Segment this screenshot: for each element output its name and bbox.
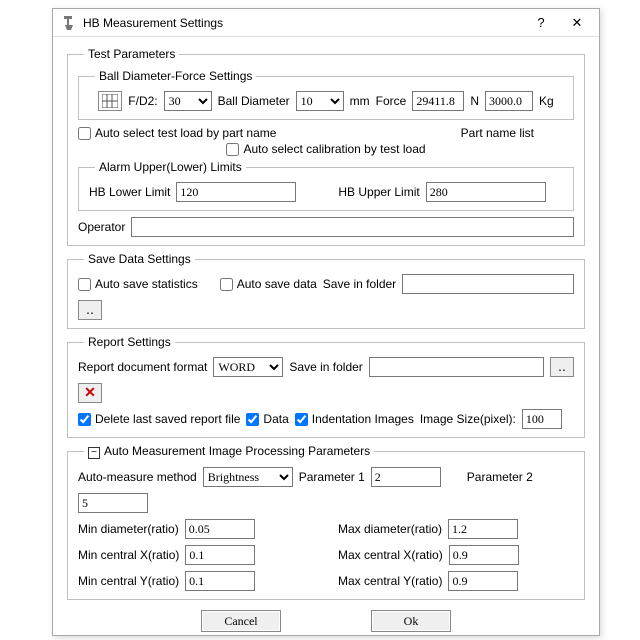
max-cy-label: Max central Y(ratio)	[338, 574, 442, 588]
delete-report-button[interactable]: ✕	[78, 383, 102, 403]
ball-diameter-label: Ball Diameter	[218, 94, 290, 108]
lower-limit-label: HB Lower Limit	[89, 185, 170, 199]
cancel-button[interactable]: Cancel	[201, 610, 281, 632]
help-button[interactable]: ?	[523, 11, 559, 35]
report-format-select[interactable]: WORD	[213, 357, 283, 377]
max-cx-label: Max central X(ratio)	[338, 548, 443, 562]
delete-last-report-checkbox[interactable]: Delete last saved report file	[78, 412, 240, 426]
max-cx-input[interactable]	[449, 545, 519, 565]
report-format-label: Report document format	[78, 360, 207, 374]
ok-button[interactable]: Ok	[371, 610, 451, 632]
auto-method-select[interactable]: Brightness	[203, 467, 293, 487]
max-diameter-input[interactable]	[448, 519, 518, 539]
test-parameters-group: Test Parameters Ball Diameter-Force Sett…	[67, 47, 585, 246]
alarm-limits-legend: Alarm Upper(Lower) Limits	[95, 160, 246, 174]
report-folder-input[interactable]	[369, 357, 544, 377]
app-icon	[61, 15, 77, 31]
fd2-label: F/D2:	[128, 94, 157, 108]
save-folder-label: Save in folder	[323, 277, 396, 291]
kg-unit: Kg	[539, 94, 554, 108]
auto-measure-legend: −Auto Measurement Image Processing Param…	[84, 444, 374, 459]
dialog-window: HB Measurement Settings ? ✕ Test Paramet…	[52, 8, 600, 636]
grid-icon-button[interactable]	[98, 91, 122, 111]
force-n-input[interactable]	[412, 91, 464, 111]
max-diameter-label: Max diameter(ratio)	[338, 522, 442, 536]
part-name-list-label: Part name list	[461, 126, 534, 140]
test-parameters-legend: Test Parameters	[84, 47, 179, 61]
titlebar: HB Measurement Settings ? ✕	[53, 9, 599, 37]
lower-limit-input[interactable]	[176, 182, 296, 202]
report-settings-legend: Report Settings	[84, 335, 175, 349]
report-settings-group: Report Settings Report document format W…	[67, 335, 585, 438]
param1-input[interactable]	[371, 467, 441, 487]
auto-save-data-checkbox[interactable]: Auto save data	[220, 277, 317, 291]
alarm-limits-group: Alarm Upper(Lower) Limits HB Lower Limit…	[78, 160, 574, 211]
close-button[interactable]: ✕	[559, 11, 595, 35]
ball-settings-group: Ball Diameter-Force Settings F/D2: 30 Ba…	[78, 69, 574, 120]
image-size-input[interactable]	[522, 409, 562, 429]
min-cy-input[interactable]	[185, 571, 255, 591]
mm-unit: mm	[350, 94, 370, 108]
save-data-legend: Save Data Settings	[84, 252, 195, 266]
save-data-group: Save Data Settings Auto save statistics …	[67, 252, 585, 329]
min-cx-label: Min central X(ratio)	[78, 548, 179, 562]
browse-report-folder-button[interactable]: ‥	[550, 357, 574, 377]
auto-measure-group: −Auto Measurement Image Processing Param…	[67, 444, 585, 600]
ball-settings-legend: Ball Diameter-Force Settings	[95, 69, 256, 83]
ball-diameter-select[interactable]: 10	[296, 91, 344, 111]
param1-label: Parameter 1	[299, 470, 365, 484]
report-folder-label: Save in folder	[289, 360, 362, 374]
max-cy-input[interactable]	[448, 571, 518, 591]
auto-save-statistics-checkbox[interactable]: Auto save statistics	[78, 277, 198, 291]
browse-save-folder-button[interactable]: ‥	[78, 300, 102, 320]
window-title: HB Measurement Settings	[83, 16, 523, 30]
upper-limit-input[interactable]	[426, 182, 546, 202]
auto-select-load-checkbox[interactable]: Auto select test load by part name	[78, 126, 276, 140]
param2-input[interactable]	[78, 493, 148, 513]
indentation-images-checkbox[interactable]: Indentation Images	[295, 412, 414, 426]
min-diameter-input[interactable]	[185, 519, 255, 539]
save-folder-input[interactable]	[402, 274, 574, 294]
collapse-toggle[interactable]: −	[88, 447, 100, 459]
auto-select-cal-checkbox[interactable]: Auto select calibration by test load	[226, 142, 425, 156]
fd2-select[interactable]: 30	[164, 91, 212, 111]
image-size-label: Image Size(pixel):	[420, 412, 516, 426]
upper-limit-label: HB Upper Limit	[338, 185, 419, 199]
data-checkbox[interactable]: Data	[246, 412, 288, 426]
force-label: Force	[376, 94, 407, 108]
min-diameter-label: Min diameter(ratio)	[78, 522, 179, 536]
operator-input[interactable]	[131, 217, 574, 237]
n-unit: N	[470, 94, 479, 108]
auto-method-label: Auto-measure method	[78, 470, 197, 484]
min-cx-input[interactable]	[185, 545, 255, 565]
operator-label: Operator	[78, 220, 125, 234]
param2-label: Parameter 2	[467, 470, 533, 484]
min-cy-label: Min central Y(ratio)	[78, 574, 179, 588]
force-kg-input[interactable]	[485, 91, 533, 111]
